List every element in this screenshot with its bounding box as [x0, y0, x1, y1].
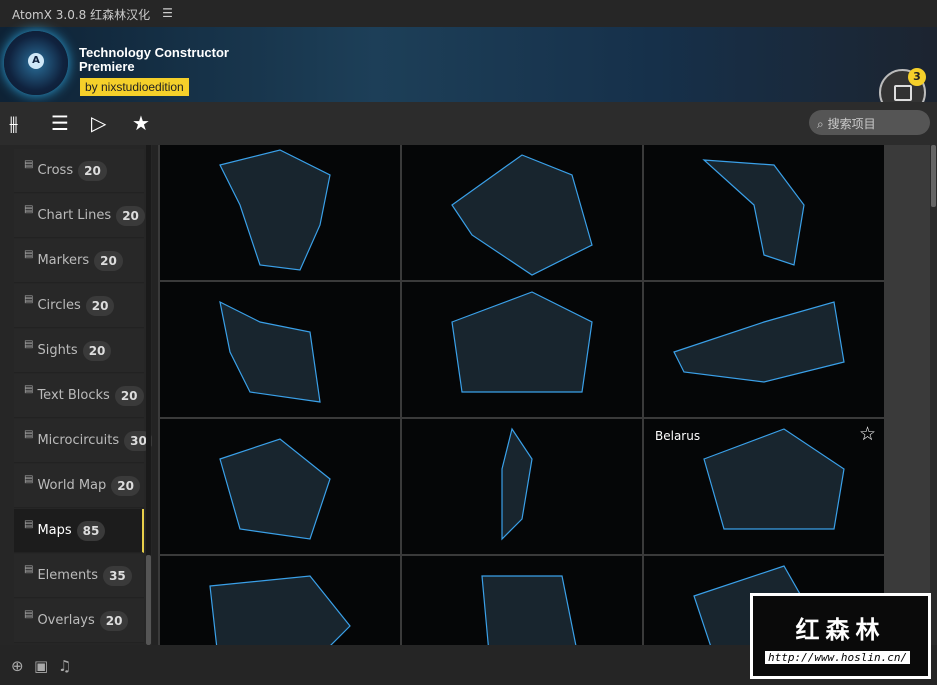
map-shape	[209, 575, 351, 645]
sidebar-item-label: Cross	[37, 163, 74, 178]
map-thumbnail[interactable]	[402, 282, 642, 417]
map-thumbnail[interactable]	[160, 145, 400, 280]
map-thumbnail[interactable]	[402, 419, 642, 554]
video-icon[interactable]: ▣	[34, 657, 48, 675]
grid-scrollbar[interactable]	[930, 145, 937, 645]
count-badge: 20	[94, 250, 123, 271]
video-file-icon[interactable]: ▷	[91, 112, 106, 134]
file-icon: ▤	[24, 204, 34, 215]
hamburger-icon[interactable]: ☰	[162, 6, 173, 21]
sidebar-item[interactable]: ▤ World Map 20	[14, 464, 144, 508]
category-sidebar: ▤ Cross 20 ▤ Chart Lines 20 ▤ Markers 20 ▤ Circles…	[0, 145, 152, 645]
shopping-bag-icon	[894, 85, 912, 101]
count-badge: 20	[99, 610, 129, 631]
count-badge: 20	[78, 160, 107, 181]
sidebar-item[interactable]: ▤ Chart Lines 20	[14, 194, 145, 238]
sidebar-item-label: Markers	[37, 253, 90, 268]
count-badge: 85	[76, 520, 106, 541]
map-shape	[219, 149, 331, 271]
map-shape	[451, 154, 593, 276]
sidebar-item-label: Circles	[37, 298, 81, 313]
file-icon: ▤	[24, 339, 34, 350]
file-icon: ▤	[24, 519, 34, 530]
file-icon: ▤	[24, 564, 34, 575]
sidebar-item[interactable]: ▤ Maps 85	[14, 509, 144, 553]
file-icon: ▤	[24, 609, 34, 620]
file-icon: ▤	[24, 474, 34, 485]
map-thumbnail[interactable]	[644, 145, 884, 280]
music-icon[interactable]: ♫	[58, 657, 71, 675]
count-badge: 35	[103, 565, 132, 586]
file-icon: ▤	[24, 159, 34, 170]
map-thumbnail[interactable]	[402, 145, 642, 280]
asset-grid: Belarus ☆	[158, 145, 930, 645]
sidebar-item-label: Text Blocks	[37, 388, 110, 403]
byline: by nixstudioedition	[80, 78, 189, 96]
app-title: AtomX 3.0.8 红森林汉化	[12, 8, 151, 22]
sidebar-item[interactable]: ▤ Text Blocks 20	[14, 374, 144, 418]
sidebar-item[interactable]: ▤ Cross 20	[14, 149, 144, 193]
sliders-icon[interactable]: ⫵	[9, 112, 18, 134]
sidebar-scrollbar[interactable]	[146, 145, 151, 645]
map-thumbnail[interactable]	[160, 419, 400, 554]
sidebar-item-label: Chart Lines	[37, 208, 112, 223]
map-shape	[703, 428, 845, 530]
map-shape	[501, 427, 533, 541]
file-icon: ▤	[24, 429, 34, 440]
sidebar-item[interactable]: ▤ Microcircuits 30	[14, 419, 152, 463]
banner: A Technology Constructor Premiere by nixs…	[0, 27, 937, 116]
atom-logo: A	[4, 31, 68, 95]
map-shape	[219, 438, 331, 540]
sidebar-item-label: Maps	[37, 523, 72, 538]
count-badge: 20	[82, 340, 112, 361]
watermark: 红森林 http://www.hoslin.cn/	[750, 593, 931, 679]
map-thumbnail[interactable]	[644, 282, 884, 417]
search-icon: ⌕	[817, 117, 824, 131]
map-shape	[702, 159, 805, 266]
map-thumbnail[interactable]	[160, 282, 400, 417]
sidebar-item[interactable]: ▤ Overlays 20	[14, 599, 144, 643]
search-input[interactable]: ⌕ 搜索项目	[809, 110, 930, 135]
star-icon[interactable]: ★	[132, 112, 150, 134]
sidebar-item[interactable]: ▤ Elements 35	[14, 554, 144, 598]
cart-count-badge: 3	[908, 68, 926, 86]
favorite-star-icon[interactable]: ☆	[859, 423, 876, 445]
title-bar: AtomX 3.0.8 红森林汉化 ☰	[0, 0, 937, 27]
sidebar-item-label: Elements	[37, 568, 99, 583]
sidebar-item-label: World Map	[37, 478, 107, 493]
count-badge: 20	[116, 205, 145, 226]
count-badge: 20	[114, 385, 144, 406]
sidebar-item-label: Microcircuits	[37, 433, 120, 448]
map-shape	[481, 575, 577, 645]
sidebar-item[interactable]: ▤ Circles 20	[14, 284, 144, 328]
map-shape	[673, 301, 845, 383]
count-badge: 20	[85, 295, 115, 316]
target-icon[interactable]: ⊕	[11, 657, 24, 675]
map-thumbnail[interactable]: Belarus ☆	[644, 419, 884, 554]
sidebar-item[interactable]: ▤ Sights 20	[14, 329, 144, 373]
file-icon: ▤	[24, 294, 34, 305]
sidebar-item-label: Sights	[37, 343, 78, 358]
map-shape	[219, 300, 321, 403]
map-thumbnail[interactable]	[160, 556, 400, 645]
toolbar: ⫵ ☰ ▷ ★ ⌕ 搜索项目	[0, 102, 937, 145]
file-icon: ▤	[24, 384, 34, 395]
map-thumbnail[interactable]	[402, 556, 642, 645]
thumbnail-label: Belarus	[655, 429, 701, 443]
sidebar-item[interactable]: ▤ Markers 20	[14, 239, 144, 283]
count-badge: 20	[111, 475, 140, 496]
list-icon[interactable]: ☰	[51, 112, 69, 134]
map-shape	[451, 291, 593, 393]
sidebar-item-label: Overlays	[37, 613, 95, 628]
file-icon: ▤	[24, 249, 34, 260]
product-title: Technology Constructor Premiere	[79, 45, 229, 74]
